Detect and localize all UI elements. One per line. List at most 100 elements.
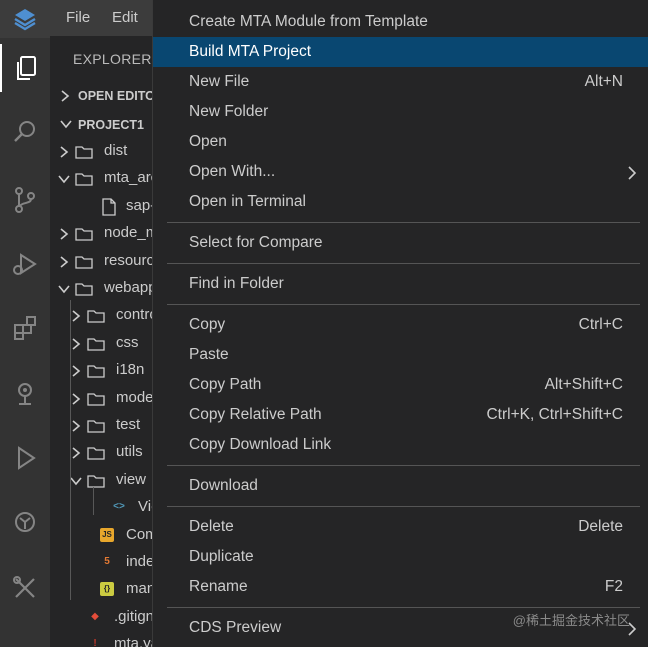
tree-item[interactable]: {}manifest.json xyxy=(50,576,160,603)
menu-item-label: Copy xyxy=(189,316,226,333)
search-icon[interactable] xyxy=(0,108,50,156)
folder-open-icon xyxy=(75,173,93,187)
menu-item-label: New File xyxy=(189,73,250,90)
project-section[interactable]: PROJECT1 xyxy=(50,112,160,138)
menu-item-duplicate[interactable]: Duplicate xyxy=(153,542,648,572)
menu-item-delete[interactable]: Delete Delete xyxy=(153,512,648,542)
menu-separator xyxy=(167,506,640,507)
watermark: @稀土掘金技术社区 xyxy=(512,613,630,628)
chevron-right-icon xyxy=(61,90,70,102)
menu-item-open-in-terminal[interactable]: Open in Terminal xyxy=(153,187,648,217)
menu-item-new-folder[interactable]: New Folder xyxy=(153,97,648,127)
tree-item[interactable]: utils xyxy=(50,439,160,466)
menu-item-find-in-folder[interactable]: Find in Folder xyxy=(153,269,648,299)
tree-item[interactable]: <>View1.view.xml xyxy=(50,494,160,521)
menu-item-label: Copy Relative Path xyxy=(189,406,322,423)
menu-item-label: Find in Folder xyxy=(189,275,284,292)
source-control-icon[interactable] xyxy=(0,176,50,224)
menu-item-label: Paste xyxy=(189,346,229,363)
menu-item-label: Open in Terminal xyxy=(189,193,306,210)
tree-item[interactable]: sap-build.mtar xyxy=(50,193,160,220)
menu-item-new-file[interactable]: New File Alt+N xyxy=(153,67,648,97)
run-icon[interactable] xyxy=(0,434,50,482)
tree-item[interactable]: controller xyxy=(50,302,160,329)
menu-item-copy-relative-path[interactable]: Copy Relative Path Ctrl+K, Ctrl+Shift+C xyxy=(153,400,648,430)
tree-item[interactable]: JSComponent.js xyxy=(50,522,160,549)
tree-item[interactable]: resources xyxy=(50,248,160,275)
menu-item-create-mta-module-from-template[interactable]: Create MTA Module from Template xyxy=(153,7,648,37)
js-file-icon: JS xyxy=(100,527,114,542)
extensions-icon[interactable] xyxy=(0,304,50,352)
tree-item-label: dist xyxy=(104,142,128,159)
menu-separator xyxy=(167,607,640,608)
tree-item[interactable]: node_modules xyxy=(50,220,160,247)
menu-item-open-with[interactable]: Open With... xyxy=(153,157,648,187)
menu-item-paste[interactable]: Paste xyxy=(153,340,648,370)
tools-icon[interactable] xyxy=(0,564,50,612)
tree-item[interactable]: i18n xyxy=(50,357,160,384)
folder-icon xyxy=(87,365,105,378)
menu-item-label: Open xyxy=(189,133,227,150)
menu-item-open[interactable]: Open xyxy=(153,127,648,157)
chevron-right-icon xyxy=(72,392,81,405)
run-debug-icon[interactable] xyxy=(0,240,50,288)
chevron-down-icon xyxy=(58,285,70,294)
chevron-right-icon xyxy=(72,310,81,323)
menu-item-label: Delete xyxy=(189,518,234,535)
menu-item-shortcut: Ctrl+K, Ctrl+Shift+C xyxy=(486,406,623,423)
menu-item-rename[interactable]: Rename F2 xyxy=(153,572,648,602)
folder-icon xyxy=(75,255,93,269)
tree-item[interactable]: css xyxy=(50,330,160,357)
tree-item-label: test xyxy=(116,416,141,433)
tree-item[interactable]: mta_archives xyxy=(50,165,160,192)
folder-open-icon xyxy=(75,283,93,296)
menu-item-label: Build MTA Project xyxy=(189,43,312,60)
menu-item-label: Rename xyxy=(189,578,248,595)
menu-file[interactable]: File xyxy=(66,9,90,26)
service-icon[interactable] xyxy=(0,498,50,546)
tree-item[interactable]: dist xyxy=(50,138,160,165)
tree-item[interactable]: model xyxy=(50,385,160,412)
chevron-right-icon xyxy=(60,228,69,240)
chevron-down-icon xyxy=(60,120,72,129)
html-file-icon: 5 xyxy=(104,556,110,567)
indent-guide xyxy=(93,487,94,515)
submenu-arrow-icon xyxy=(628,166,637,180)
location-icon[interactable] xyxy=(0,370,50,418)
indent-guide xyxy=(70,300,71,600)
tree-item-label: model xyxy=(116,388,157,406)
folder-open-icon xyxy=(87,475,105,488)
menu-item-copy-download-link[interactable]: Copy Download Link xyxy=(153,430,648,460)
open-editors-section[interactable]: OPEN EDITORS xyxy=(50,83,160,109)
menu-item-label: Copy Download Link xyxy=(189,436,332,453)
explorer-files-icon[interactable] xyxy=(0,44,50,92)
menu-item-shortcut: Alt+Shift+C xyxy=(544,376,623,393)
folder-icon xyxy=(75,228,93,241)
menu-separator xyxy=(167,263,640,264)
tree-item[interactable]: ◆.gitignore xyxy=(50,604,160,631)
tree-item[interactable]: 5index.html xyxy=(50,549,160,576)
explorer-sidebar: EXPLORER OPEN EDITORS PROJECT1 dist mta_a… xyxy=(50,36,160,647)
menu-item-shortcut: F2 xyxy=(604,578,623,595)
menu-separator xyxy=(167,465,640,466)
tree-item[interactable]: test xyxy=(50,412,160,439)
menu-item-copy[interactable]: Copy Ctrl+C xyxy=(153,310,648,340)
folder-icon xyxy=(87,447,105,461)
menu-item-copy-path[interactable]: Copy Path Alt+Shift+C xyxy=(153,370,648,400)
chevron-right-icon xyxy=(72,365,81,377)
tree-item[interactable]: view xyxy=(50,467,160,494)
tree-item[interactable]: webapp xyxy=(50,275,160,302)
menu-item-download[interactable]: Download xyxy=(153,471,648,501)
menu-item-select-for-compare[interactable]: Select for Compare xyxy=(153,228,648,258)
context-menu: Create MTA Module from Template Build MTA… xyxy=(152,0,648,647)
folder-icon xyxy=(87,392,105,406)
tree-item-label: i18n xyxy=(116,361,145,379)
tree-item-label: view xyxy=(116,470,147,488)
menu-item-build-mta-project[interactable]: Build MTA Project xyxy=(153,37,648,67)
json-file-icon: {} xyxy=(100,582,114,597)
menu-edit[interactable]: Edit xyxy=(112,9,138,26)
chevron-right-icon xyxy=(72,447,81,460)
chevron-right-icon xyxy=(72,420,81,432)
tree-item[interactable]: !mta.yaml xyxy=(50,631,160,647)
menu-item-label: Create MTA Module from Template xyxy=(189,13,428,30)
